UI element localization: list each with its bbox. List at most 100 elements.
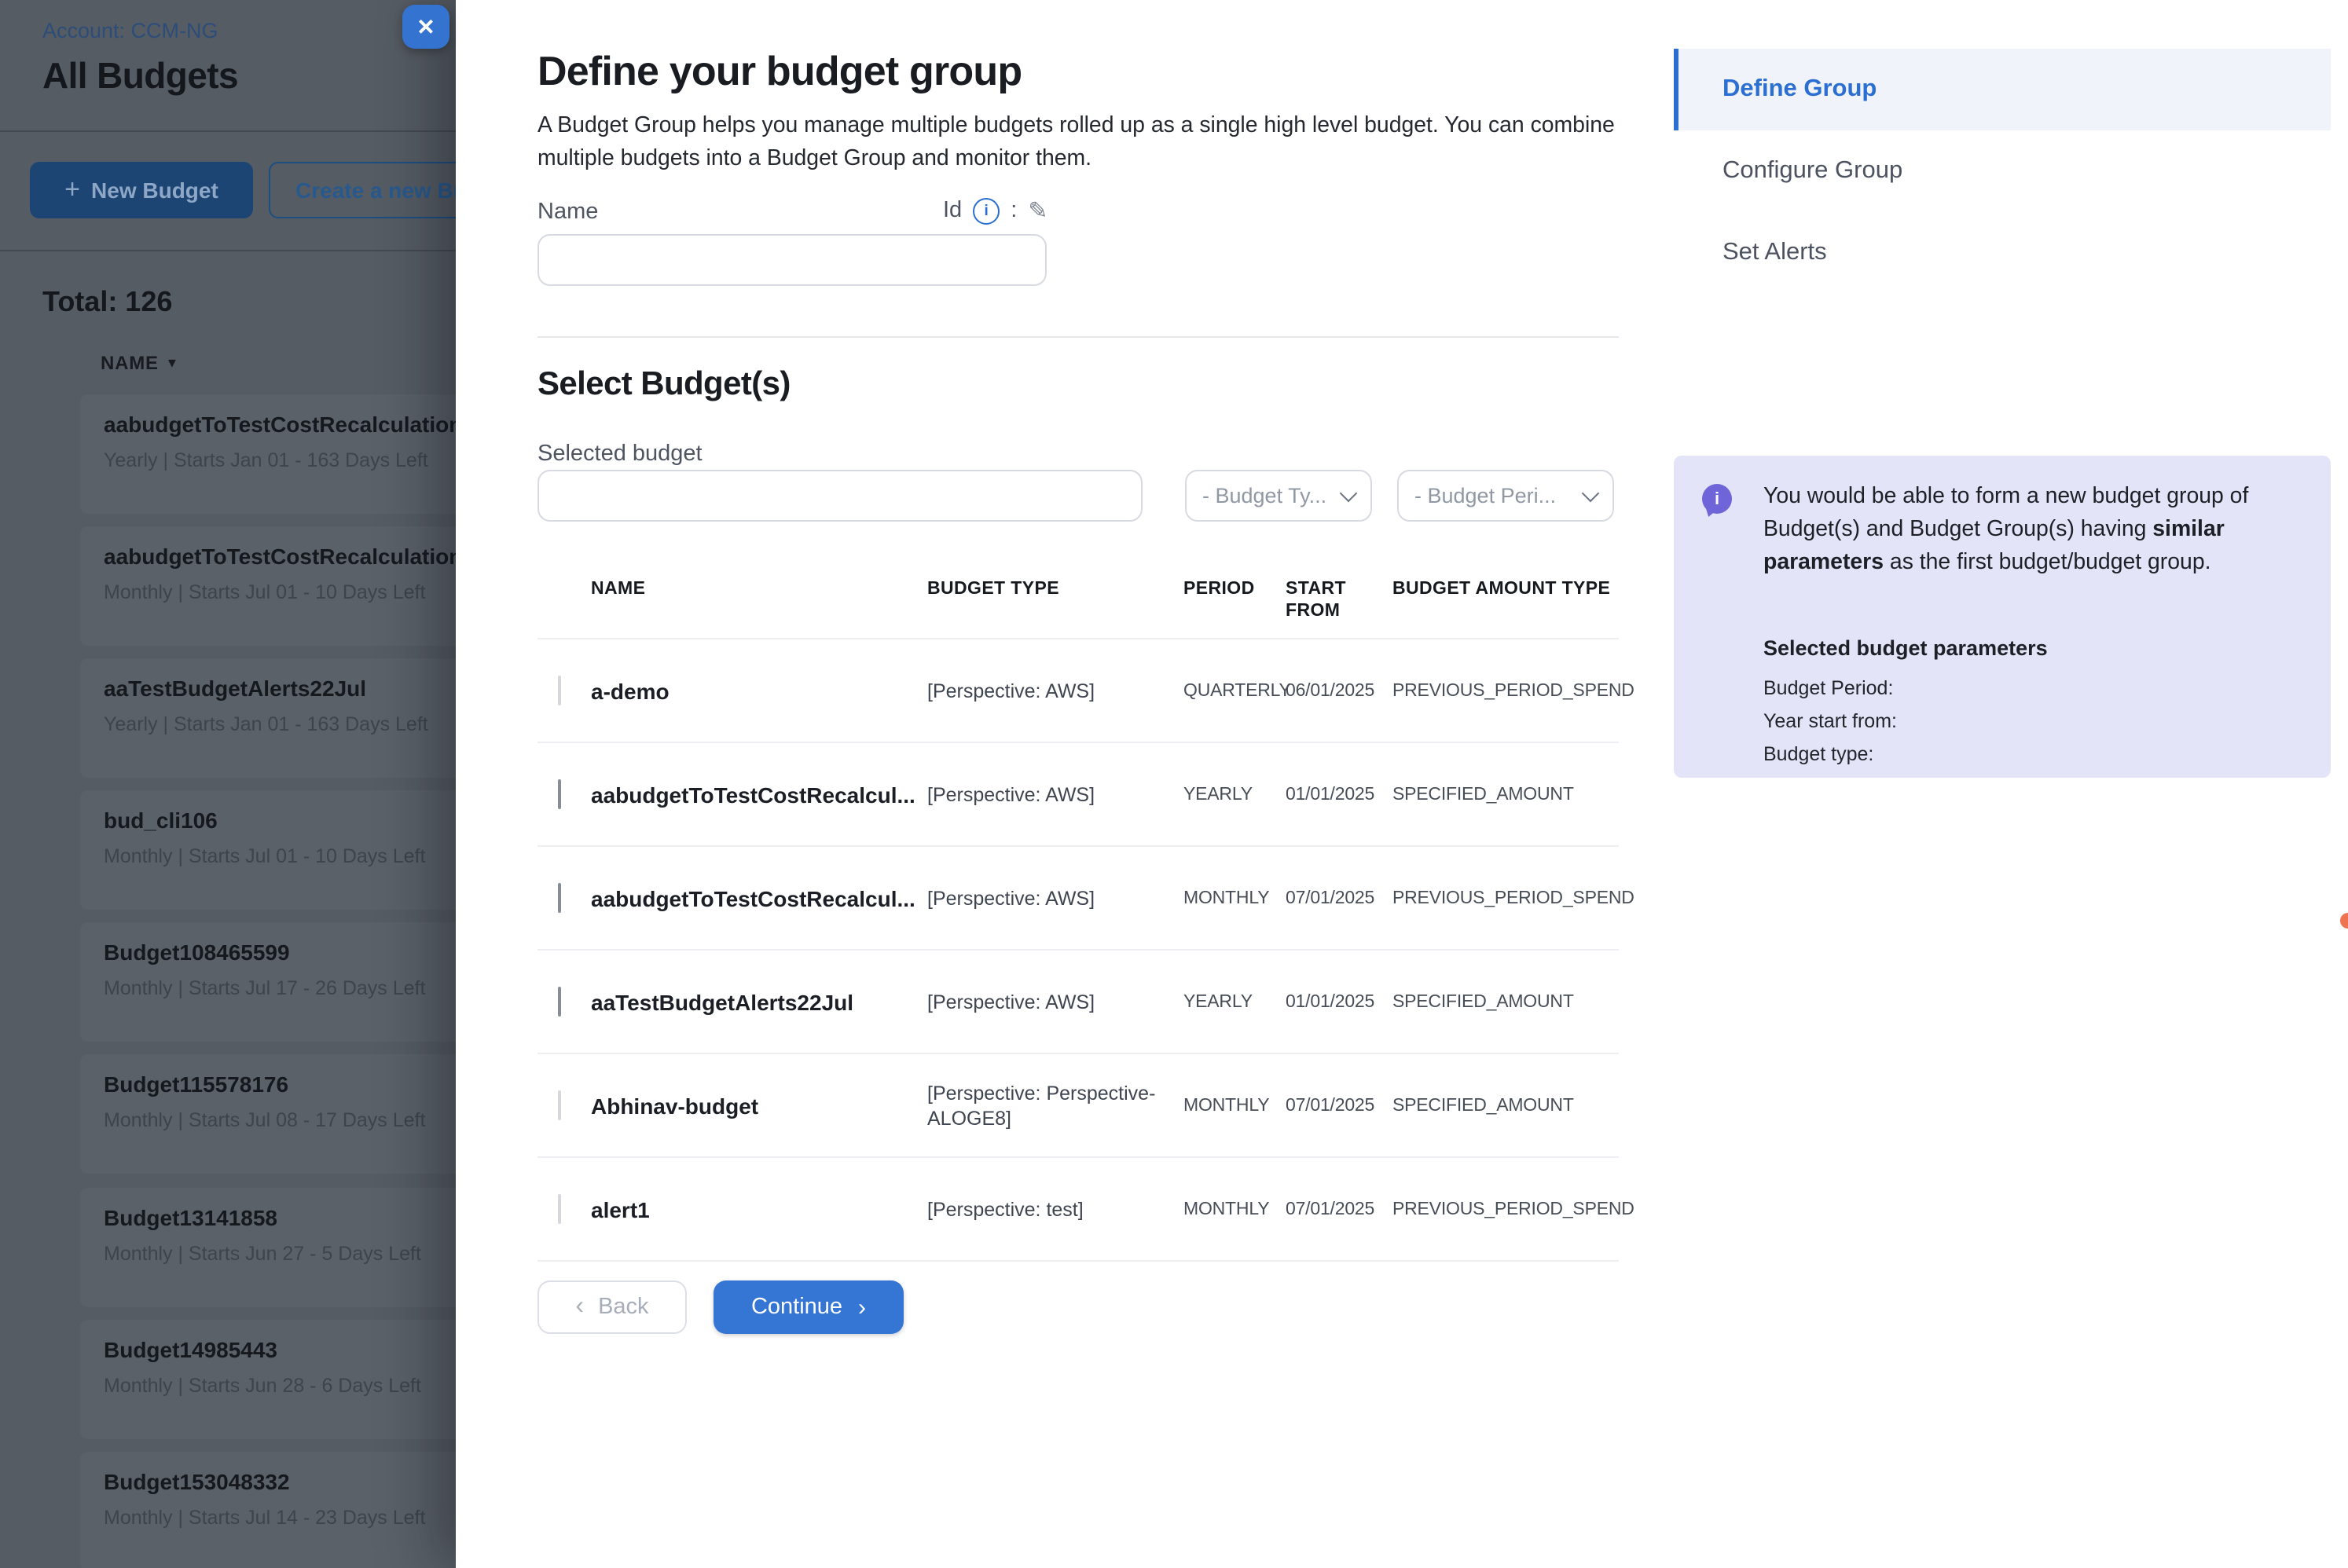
cell-start: 07/01/2025: [1286, 1096, 1392, 1115]
table-row[interactable]: aabudgetToTestCostRecalcul... [Perspecti…: [537, 743, 1619, 847]
id-colon: :: [1011, 198, 1017, 223]
cell-start: 07/01/2025: [1286, 888, 1392, 907]
row-checkbox[interactable]: [558, 882, 561, 912]
cell-name: a-demo: [591, 678, 927, 703]
continue-button-label: Continue: [751, 1295, 842, 1320]
close-icon: ✕: [416, 13, 435, 40]
budget-type-filter-select[interactable]: - Budget Ty...: [1185, 470, 1372, 522]
info-panel: i You would be able to form a new budget…: [1674, 456, 2331, 778]
step-configure-group[interactable]: Configure Group: [1722, 157, 2320, 185]
budget-meta: Monthly | Starts Jun 27 - 5 Days Left: [104, 1243, 421, 1265]
cell-name: aabudgetToTestCostRecalcul...: [591, 885, 927, 910]
budget-name: Budget13141858: [104, 1205, 277, 1230]
continue-button[interactable]: Continue ›: [714, 1280, 904, 1334]
chevron-right-icon: ›: [858, 1295, 866, 1319]
budget-list-item[interactable]: Budget13141858 Monthly | Starts Jun 27 -…: [80, 1188, 456, 1307]
table-row[interactable]: alert1 [Perspective: test] MONTHLY 07/01…: [537, 1158, 1619, 1262]
row-checkbox[interactable]: [558, 986, 561, 1016]
cell-amount: SPECIFIED_AMOUNT: [1392, 785, 1619, 804]
budget-name: aaTestBudgetAlerts22Jul: [104, 676, 366, 701]
budget-meta: Monthly | Starts Jul 01 - 10 Days Left: [104, 581, 425, 603]
budget-list-item[interactable]: Budget14985443 Monthly | Starts Jun 28 -…: [80, 1320, 456, 1439]
back-button[interactable]: ‹ Back: [537, 1280, 687, 1334]
budget-meta: Monthly | Starts Jul 14 - 23 Days Left: [104, 1507, 425, 1529]
budget-list-item[interactable]: aabudgetToTestCostRecalculation2 Monthly…: [80, 526, 456, 646]
col-header-start: START FROM: [1286, 578, 1392, 622]
cell-amount: SPECIFIED_AMOUNT: [1392, 1096, 1619, 1115]
row-checkbox[interactable]: [558, 1090, 561, 1119]
cell-amount: PREVIOUS_PERIOD_SPEND: [1392, 888, 1634, 907]
cell-type: [Perspective: AWS]: [927, 782, 1183, 807]
section-divider: [537, 336, 1619, 338]
budget-period-filter-select[interactable]: - Budget Peri...: [1397, 470, 1614, 522]
cell-type: [Perspective: AWS]: [927, 678, 1183, 703]
create-budget-group-button[interactable]: Create a new Budget Group: [269, 162, 456, 218]
group-name-input[interactable]: [537, 234, 1047, 286]
step-define-group-label: Define Group: [1722, 75, 1877, 104]
table-row[interactable]: aaTestBudgetAlerts22Jul [Perspective: AW…: [537, 951, 1619, 1054]
budget-group-wizard-screen: Account: CCM-NG All Budgets + New Budget…: [0, 0, 2348, 1568]
page-title: All Budgets: [42, 55, 238, 97]
cell-period: MONTHLY: [1183, 888, 1286, 907]
col-header-type: BUDGET TYPE: [927, 578, 1183, 600]
step-set-alerts[interactable]: Set Alerts: [1722, 239, 2320, 267]
cell-start: 01/01/2025: [1286, 785, 1392, 804]
cell-name: aaTestBudgetAlerts22Jul: [591, 989, 927, 1014]
cell-start: 06/01/2025: [1286, 681, 1392, 700]
id-label: Id: [943, 198, 962, 223]
selected-budget-input[interactable]: [537, 470, 1143, 522]
budget-list-item[interactable]: Budget153048332 Monthly | Starts Jul 14 …: [80, 1452, 456, 1568]
edit-id-pencil-icon[interactable]: ✎: [1028, 196, 1047, 225]
modal-title: Define your budget group: [537, 47, 1022, 96]
chevron-down-icon: [1340, 484, 1358, 502]
account-breadcrumb-link[interactable]: Account: CCM-NG: [42, 19, 218, 42]
budget-list-item[interactable]: aaTestBudgetAlerts22Jul Yearly | Starts …: [80, 658, 456, 778]
budget-name: bud_cli106: [104, 808, 218, 833]
id-info-icon[interactable]: i: [973, 197, 1000, 224]
budget-type-filter-value: - Budget Ty...: [1202, 484, 1326, 507]
budget-group-modal: Define your budget group A Budget Group …: [456, 0, 2348, 1568]
step-define-group[interactable]: Define Group: [1674, 49, 2331, 130]
close-modal-button[interactable]: ✕: [402, 5, 449, 49]
budget-list-item[interactable]: Budget115578176 Monthly | Starts Jul 08 …: [80, 1054, 456, 1174]
row-checkbox[interactable]: [558, 675, 561, 705]
budget-name: Budget14985443: [104, 1337, 277, 1362]
selected-budget-label: Selected budget: [537, 441, 703, 467]
chevron-down-icon: [1582, 484, 1600, 502]
cell-type: [Perspective: Perspective-ALOGE8]: [927, 1080, 1183, 1130]
budget-meta: Monthly | Starts Jul 17 - 26 Days Left: [104, 977, 425, 999]
cell-period: YEARLY: [1183, 785, 1286, 804]
table-row[interactable]: a-demo [Perspective: AWS] QUARTERLY 06/0…: [537, 639, 1619, 743]
budget-meta: Monthly | Starts Jun 28 - 6 Days Left: [104, 1375, 421, 1397]
cell-amount: PREVIOUS_PERIOD_SPEND: [1392, 1200, 1634, 1218]
cell-period: MONTHLY: [1183, 1096, 1286, 1115]
budget-list-item[interactable]: bud_cli106 Monthly | Starts Jul 01 - 10 …: [80, 790, 456, 910]
param-budget-period: Budget Period:: [1763, 677, 1893, 699]
budget-name: aabudgetToTestCostRecalculation1: [104, 412, 456, 437]
col-header-period: PERIOD: [1183, 578, 1286, 600]
budgets-sort-header[interactable]: NAME ▾: [101, 352, 177, 374]
table-row[interactable]: aabudgetToTestCostRecalcul... [Perspecti…: [537, 847, 1619, 951]
new-budget-button[interactable]: + New Budget: [30, 162, 253, 218]
budget-name: Budget115578176: [104, 1072, 288, 1097]
row-checkbox[interactable]: [558, 1193, 561, 1223]
cell-type: [Perspective: AWS]: [927, 885, 1183, 910]
cell-period: YEARLY: [1183, 992, 1286, 1011]
col-header-name: NAME: [591, 578, 927, 600]
param-budget-type: Budget type:: [1763, 743, 1873, 765]
budget-name: Budget153048332: [104, 1469, 290, 1494]
budget-list-item[interactable]: aabudgetToTestCostRecalculation1 Yearly …: [80, 394, 456, 514]
col-header-amount: BUDGET AMOUNT TYPE: [1392, 578, 1619, 600]
sort-descending-icon: ▾: [168, 354, 177, 372]
cell-name: alert1: [591, 1196, 927, 1222]
row-checkbox[interactable]: [558, 779, 561, 808]
name-field-label: Name: [537, 200, 598, 225]
budget-list-item[interactable]: Budget108465599 Monthly | Starts Jul 17 …: [80, 922, 456, 1042]
cell-type: [Perspective: test]: [927, 1196, 1183, 1222]
table-row[interactable]: Abhinav-budget [Perspective: Perspective…: [537, 1054, 1619, 1158]
budget-meta: Yearly | Starts Jan 01 - 163 Days Left: [104, 713, 428, 735]
budgets-table: NAME BUDGET TYPE PERIOD START FROM BUDGE…: [537, 566, 1619, 1262]
cell-type: [Perspective: AWS]: [927, 989, 1183, 1014]
sort-column-label: NAME: [101, 352, 159, 374]
all-budgets-page-backdrop: Account: CCM-NG All Budgets + New Budget…: [0, 0, 456, 1568]
